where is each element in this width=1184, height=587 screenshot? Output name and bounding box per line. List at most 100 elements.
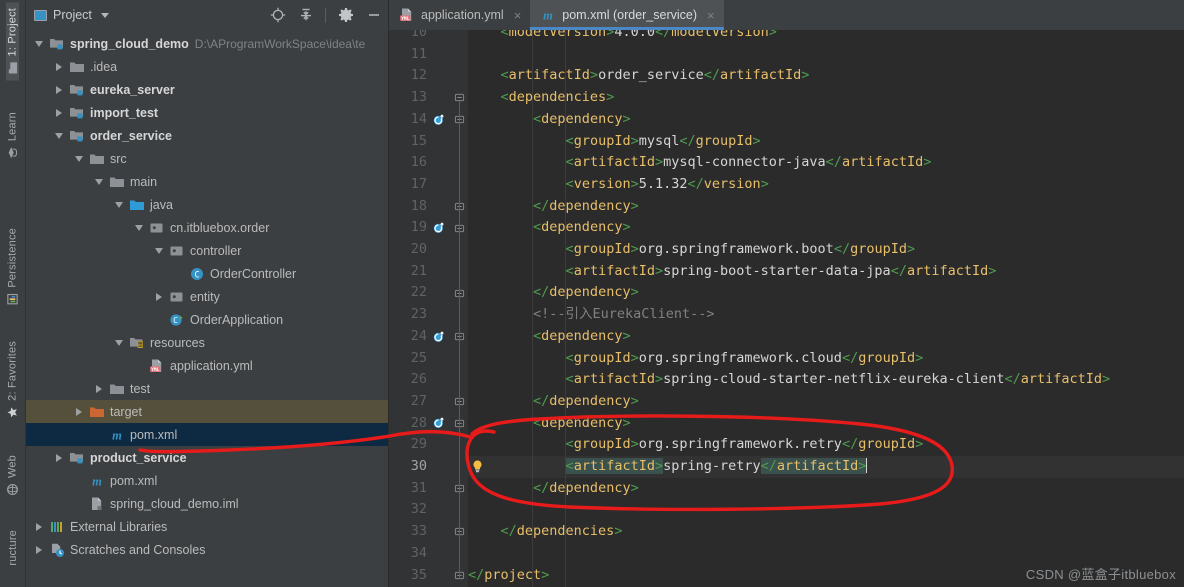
code-line-25[interactable]: <groupId>org.springframework.cloud</grou… xyxy=(468,348,1184,370)
tree-expand-arrow-icon[interactable] xyxy=(92,175,105,188)
locate-target-icon[interactable] xyxy=(269,7,286,24)
tool-tab-project[interactable]: 1: Project xyxy=(6,2,19,81)
code-line-33[interactable]: </dependencies> xyxy=(468,521,1184,543)
collapse-all-icon[interactable] xyxy=(297,7,314,24)
code-line-14[interactable]: <dependency> xyxy=(468,109,1184,131)
code-line-28[interactable]: <dependency> xyxy=(468,413,1184,435)
tree-expand-arrow-icon[interactable] xyxy=(112,198,125,211)
code-line-16[interactable]: <artifactId>mysql-connector-java</artifa… xyxy=(468,152,1184,174)
tree-expand-arrow-icon[interactable] xyxy=(52,60,65,73)
tree-row-src[interactable]: src xyxy=(26,147,388,170)
tree-row-test[interactable]: test xyxy=(26,377,388,400)
tree-expand-arrow-icon[interactable] xyxy=(72,152,85,165)
tree-row--idea[interactable]: .idea xyxy=(26,55,388,78)
code-line-23[interactable]: <!--引入EurekaClient--> xyxy=(468,304,1184,326)
code-content[interactable]: <modelVersion>4.0.0</modelVersion> <arti… xyxy=(468,30,1184,587)
tool-tab-persistence[interactable]: Persistence xyxy=(6,222,19,312)
tree-expand-arrow-icon[interactable] xyxy=(32,520,45,533)
tree-row-eureka-server[interactable]: eureka_server xyxy=(26,78,388,101)
code-line-31[interactable]: </dependency> xyxy=(468,478,1184,500)
close-icon[interactable]: × xyxy=(707,8,715,23)
tool-tab-web[interactable]: Web xyxy=(6,449,19,502)
code-line-15[interactable]: <groupId>mysql</groupId> xyxy=(468,131,1184,153)
tree-row-scratches-and-consoles[interactable]: Scratches and Consoles xyxy=(26,538,388,561)
tree-row-spring-cloud-demo-iml[interactable]: spring_cloud_demo.iml xyxy=(26,492,388,515)
chevron-down-icon[interactable] xyxy=(100,12,109,18)
tree-row-pom-xml[interactable]: m pom.xml xyxy=(26,469,388,492)
tool-tab-label: Persistence xyxy=(6,227,19,288)
tree-row-ordercontroller[interactable]: C OrderController xyxy=(26,262,388,285)
tree-row-cn-itbluebox-order[interactable]: cn.itbluebox.order xyxy=(26,216,388,239)
code-token: dependency xyxy=(549,479,631,496)
project-panel-title-group[interactable]: Project xyxy=(34,8,109,22)
code-line-12[interactable]: <artifactId>order_service</artifactId> xyxy=(468,65,1184,87)
tree-row-external-libraries[interactable]: External Libraries xyxy=(26,515,388,538)
tree-row-application-yml[interactable]: YML application.yml xyxy=(26,354,388,377)
tree-row-product-service[interactable]: product_service xyxy=(26,446,388,469)
tree-expand-arrow-icon[interactable] xyxy=(152,290,165,303)
tool-tab-favorites[interactable]: 2: Favorites xyxy=(6,335,19,425)
code-line-11[interactable] xyxy=(468,44,1184,66)
tree-row-pom-xml[interactable]: m pom.xml xyxy=(26,423,388,446)
tree-row-main[interactable]: main xyxy=(26,170,388,193)
tree-row-java[interactable]: java xyxy=(26,193,388,216)
tree-row-orderapplication[interactable]: C OrderApplication xyxy=(26,308,388,331)
code-line-27[interactable]: </dependency> xyxy=(468,391,1184,413)
code-token: </ xyxy=(468,566,485,583)
close-icon[interactable]: × xyxy=(514,8,522,23)
code-line-21[interactable]: <artifactId>spring-boot-starter-data-jpa… xyxy=(468,261,1184,283)
code-line-29[interactable]: <groupId>org.springframework.retry</grou… xyxy=(468,434,1184,456)
maven-dependency-icon[interactable] xyxy=(431,413,447,435)
gear-icon[interactable] xyxy=(337,7,354,24)
code-line-20[interactable]: <groupId>org.springframework.boot</group… xyxy=(468,239,1184,261)
line-number: 30 xyxy=(410,458,427,474)
tree-row-order-service[interactable]: order_service xyxy=(26,124,388,147)
tree-row-label: OrderApplication xyxy=(190,312,284,327)
tree-row-entity[interactable]: entity xyxy=(26,285,388,308)
tree-expand-arrow-icon[interactable] xyxy=(32,37,45,50)
editor-tab-bar[interactable]: YML application.yml × m pom.xml (order_servi… xyxy=(389,0,1184,30)
tree-row-label: pom.xml xyxy=(130,427,178,442)
code-line-19[interactable]: <dependency> xyxy=(468,217,1184,239)
maven-dependency-icon[interactable] xyxy=(431,109,447,131)
tree-row-controller[interactable]: controller xyxy=(26,239,388,262)
code-editor[interactable]: <modelVersion>4.0.0</modelVersion> <arti… xyxy=(389,30,1184,587)
tree-expand-arrow-icon[interactable] xyxy=(32,543,45,556)
line-number: 24 xyxy=(410,327,427,344)
code-line-24[interactable]: <dependency> xyxy=(468,326,1184,348)
minimize-icon[interactable] xyxy=(365,7,382,24)
tree-row-label: order_service xyxy=(90,128,173,143)
tree-expand-arrow-icon[interactable] xyxy=(152,244,165,257)
tree-expand-arrow-icon[interactable] xyxy=(112,336,125,349)
code-line-22[interactable]: </dependency> xyxy=(468,282,1184,304)
tree-expand-arrow-icon[interactable] xyxy=(52,83,65,96)
tree-row-import-test[interactable]: import_test xyxy=(26,101,388,124)
code-line-13[interactable]: <dependencies> xyxy=(468,87,1184,109)
intention-bulb-icon[interactable] xyxy=(469,456,485,478)
tree-row-resources[interactable]: resources xyxy=(26,331,388,354)
editor-tab-application-yml[interactable]: YML application.yml × xyxy=(389,0,530,30)
code-line-17[interactable]: <version>5.1.32</version> xyxy=(468,174,1184,196)
tool-tab-learn[interactable]: Learn xyxy=(6,106,19,165)
code-line-34[interactable] xyxy=(468,543,1184,565)
tool-tab-structure[interactable]: ructure xyxy=(7,524,19,572)
code-line-26[interactable]: <artifactId>spring-cloud-starter-netflix… xyxy=(468,369,1184,391)
code-line-10[interactable]: <modelVersion>4.0.0</modelVersion> xyxy=(468,30,1184,44)
code-token: > xyxy=(988,262,997,279)
code-token: > xyxy=(606,89,615,106)
tree-expand-arrow-icon[interactable] xyxy=(52,129,65,142)
code-line-18[interactable]: </dependency> xyxy=(468,196,1184,218)
tree-expand-arrow-icon[interactable] xyxy=(72,405,85,418)
project-tree[interactable]: spring_cloud_demo D:\AProgramWorkSpace\id… xyxy=(26,30,388,587)
tree-row-target[interactable]: target xyxy=(26,400,388,423)
editor-tab-pom-xml[interactable]: m pom.xml (order_service) × xyxy=(530,0,725,30)
tree-expand-arrow-icon[interactable] xyxy=(92,382,105,395)
tree-expand-arrow-icon[interactable] xyxy=(52,106,65,119)
code-line-30[interactable]: <artifactId>spring-retry</artifactId> xyxy=(468,456,1184,478)
tree-row-spring-cloud-demo[interactable]: spring_cloud_demo D:\AProgramWorkSpace\id… xyxy=(26,32,388,55)
code-line-32[interactable] xyxy=(468,499,1184,521)
maven-dependency-icon[interactable] xyxy=(431,326,447,348)
maven-dependency-icon[interactable] xyxy=(431,217,447,239)
tree-expand-arrow-icon[interactable] xyxy=(132,221,145,234)
tree-expand-arrow-icon[interactable] xyxy=(52,451,65,464)
